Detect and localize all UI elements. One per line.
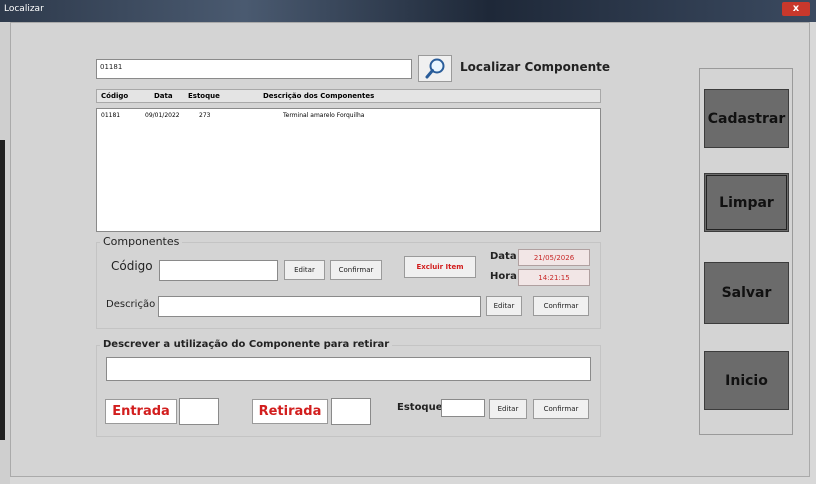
- title-bar: Localizar x: [0, 0, 816, 22]
- descricao-field[interactable]: [158, 296, 481, 317]
- window-left-shadow: [0, 140, 5, 440]
- col-data[interactable]: Data: [154, 92, 173, 100]
- close-button[interactable]: x: [782, 2, 810, 16]
- magnifier-icon: [425, 58, 445, 79]
- confirmar-descricao-button[interactable]: Confirmar: [533, 296, 589, 316]
- cell-descricao: Terminal amarelo Forquilha: [283, 112, 365, 119]
- entrada-button[interactable]: Entrada: [105, 399, 177, 424]
- cadastrar-button[interactable]: Cadastrar: [704, 89, 789, 148]
- confirmar-estoque-button[interactable]: Confirmar: [533, 399, 589, 419]
- hora-value: 14:21:15: [518, 269, 590, 286]
- data-value: 21/05/2026: [518, 249, 590, 266]
- col-descricao[interactable]: Descrição dos Componentes: [263, 92, 374, 100]
- componentes-title: Componentes: [100, 235, 183, 248]
- codigo-field[interactable]: [159, 260, 278, 281]
- editar-descricao-button[interactable]: Editar: [486, 296, 522, 316]
- retirada-quantity[interactable]: [331, 398, 371, 425]
- salvar-button[interactable]: Salvar: [704, 262, 789, 324]
- hora-label: Hora: [490, 271, 517, 282]
- list-header: Código Data Estoque Descrição dos Compon…: [96, 89, 601, 103]
- col-codigo[interactable]: Código: [101, 92, 128, 100]
- search-input[interactable]: 01181: [96, 59, 412, 79]
- utilizacao-field[interactable]: [106, 357, 591, 381]
- descricao-label: Descrição: [106, 299, 156, 310]
- editar-estoque-button[interactable]: Editar: [489, 399, 527, 419]
- search-button[interactable]: [418, 55, 452, 82]
- estoque-label: Estoque: [397, 402, 443, 413]
- inicio-button[interactable]: Inicio: [704, 351, 789, 410]
- excluir-item-button[interactable]: Excluir Item: [404, 256, 476, 278]
- search-caption: Localizar Componente: [460, 60, 610, 74]
- utilizacao-title: Descrever a utilização do Componente par…: [100, 339, 393, 350]
- cell-estoque: 273: [199, 112, 211, 119]
- cell-data: 09/01/2022: [145, 112, 180, 119]
- components-list[interactable]: 01181 09/01/2022 273 Terminal amarelo Fo…: [96, 108, 601, 232]
- cell-codigo: 01181: [101, 112, 121, 119]
- table-row[interactable]: 01181 09/01/2022 273 Terminal amarelo Fo…: [97, 111, 600, 122]
- entrada-quantity[interactable]: [179, 398, 219, 425]
- estoque-field[interactable]: [441, 399, 485, 417]
- editar-codigo-button[interactable]: Editar: [284, 260, 325, 280]
- retirada-button[interactable]: Retirada: [252, 399, 328, 424]
- codigo-label: Código: [111, 259, 153, 273]
- confirmar-codigo-button[interactable]: Confirmar: [330, 260, 382, 280]
- window-title: Localizar: [4, 4, 44, 14]
- data-label: Data: [490, 251, 517, 262]
- col-estoque[interactable]: Estoque: [188, 92, 220, 100]
- limpar-button[interactable]: Limpar: [704, 173, 789, 232]
